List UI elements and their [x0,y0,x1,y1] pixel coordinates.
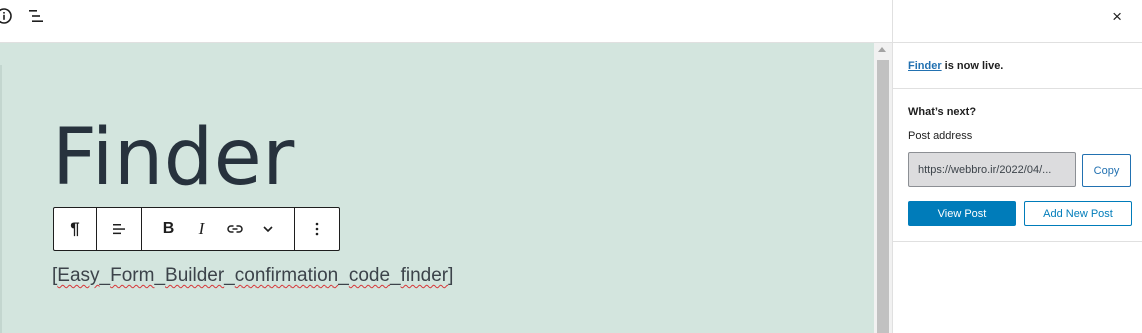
shortcode-word: Easy [57,265,100,286]
italic-button[interactable]: I [185,208,218,250]
align-icon[interactable] [97,208,141,250]
chevron-down-icon[interactable] [251,208,284,250]
post-title-link[interactable]: Finder [908,60,942,72]
editor-scrollbar[interactable] [874,43,892,333]
toolbar-group-align [97,208,142,250]
editor-top-bar [0,0,892,43]
divider [893,241,1142,242]
shortcode-word: Builder [165,265,225,286]
canvas-edge [0,65,2,333]
post-address-label: Post address [908,130,973,142]
divider [893,88,1142,89]
shortcode-separator: _ [338,265,349,286]
post-live-notice: Finder is now live. [908,60,1003,72]
close-icon[interactable]: × [1112,7,1122,27]
shortcode-word: confirmation [234,265,339,286]
block-toolbar: ¶ B I [53,207,340,251]
post-live-text: is now live. [941,60,1004,72]
toolbar-group-options [295,208,339,250]
shortcode-separator: _ [99,265,111,286]
whats-next-heading: What’s next? [908,106,977,118]
shortcode-close: ] [448,265,454,286]
scrollbar-thumb[interactable] [877,60,889,333]
more-vertical-icon[interactable] [295,208,339,250]
paragraph-icon[interactable]: ¶ [54,208,96,250]
copy-button[interactable]: Copy [1082,154,1131,187]
post-publish-panel: × Finder is now live. What’s next? Post … [892,0,1142,333]
list-view-icon[interactable] [26,6,46,26]
divider [893,42,1142,43]
post-title[interactable]: Finder [52,119,295,197]
bold-button[interactable]: B [152,208,185,250]
shortcode-word: Form [110,265,155,286]
editor-canvas: Finder ¶ B I [Easy_Form_Builder_confirma… [0,43,874,333]
shortcode-word: code [348,265,391,286]
toolbar-group-block: ¶ [54,208,97,250]
shortcode-separator: _ [154,265,166,286]
shortcode-separator: _ [224,265,235,286]
info-icon[interactable] [0,6,14,26]
post-address-field[interactable]: https://webbro.ir/2022/04/... [908,152,1076,187]
scroll-up-arrow-icon[interactable] [878,47,886,52]
view-post-button[interactable]: View Post [908,201,1016,226]
shortcode-paragraph[interactable]: [Easy_Form_Builder_confirmation_code_fin… [52,265,453,287]
toolbar-group-format: B I [142,208,295,250]
link-icon[interactable] [218,208,251,250]
shortcode-word: finder [400,265,449,286]
add-new-post-button[interactable]: Add New Post [1024,201,1132,226]
shortcode-separator: _ [390,265,401,286]
